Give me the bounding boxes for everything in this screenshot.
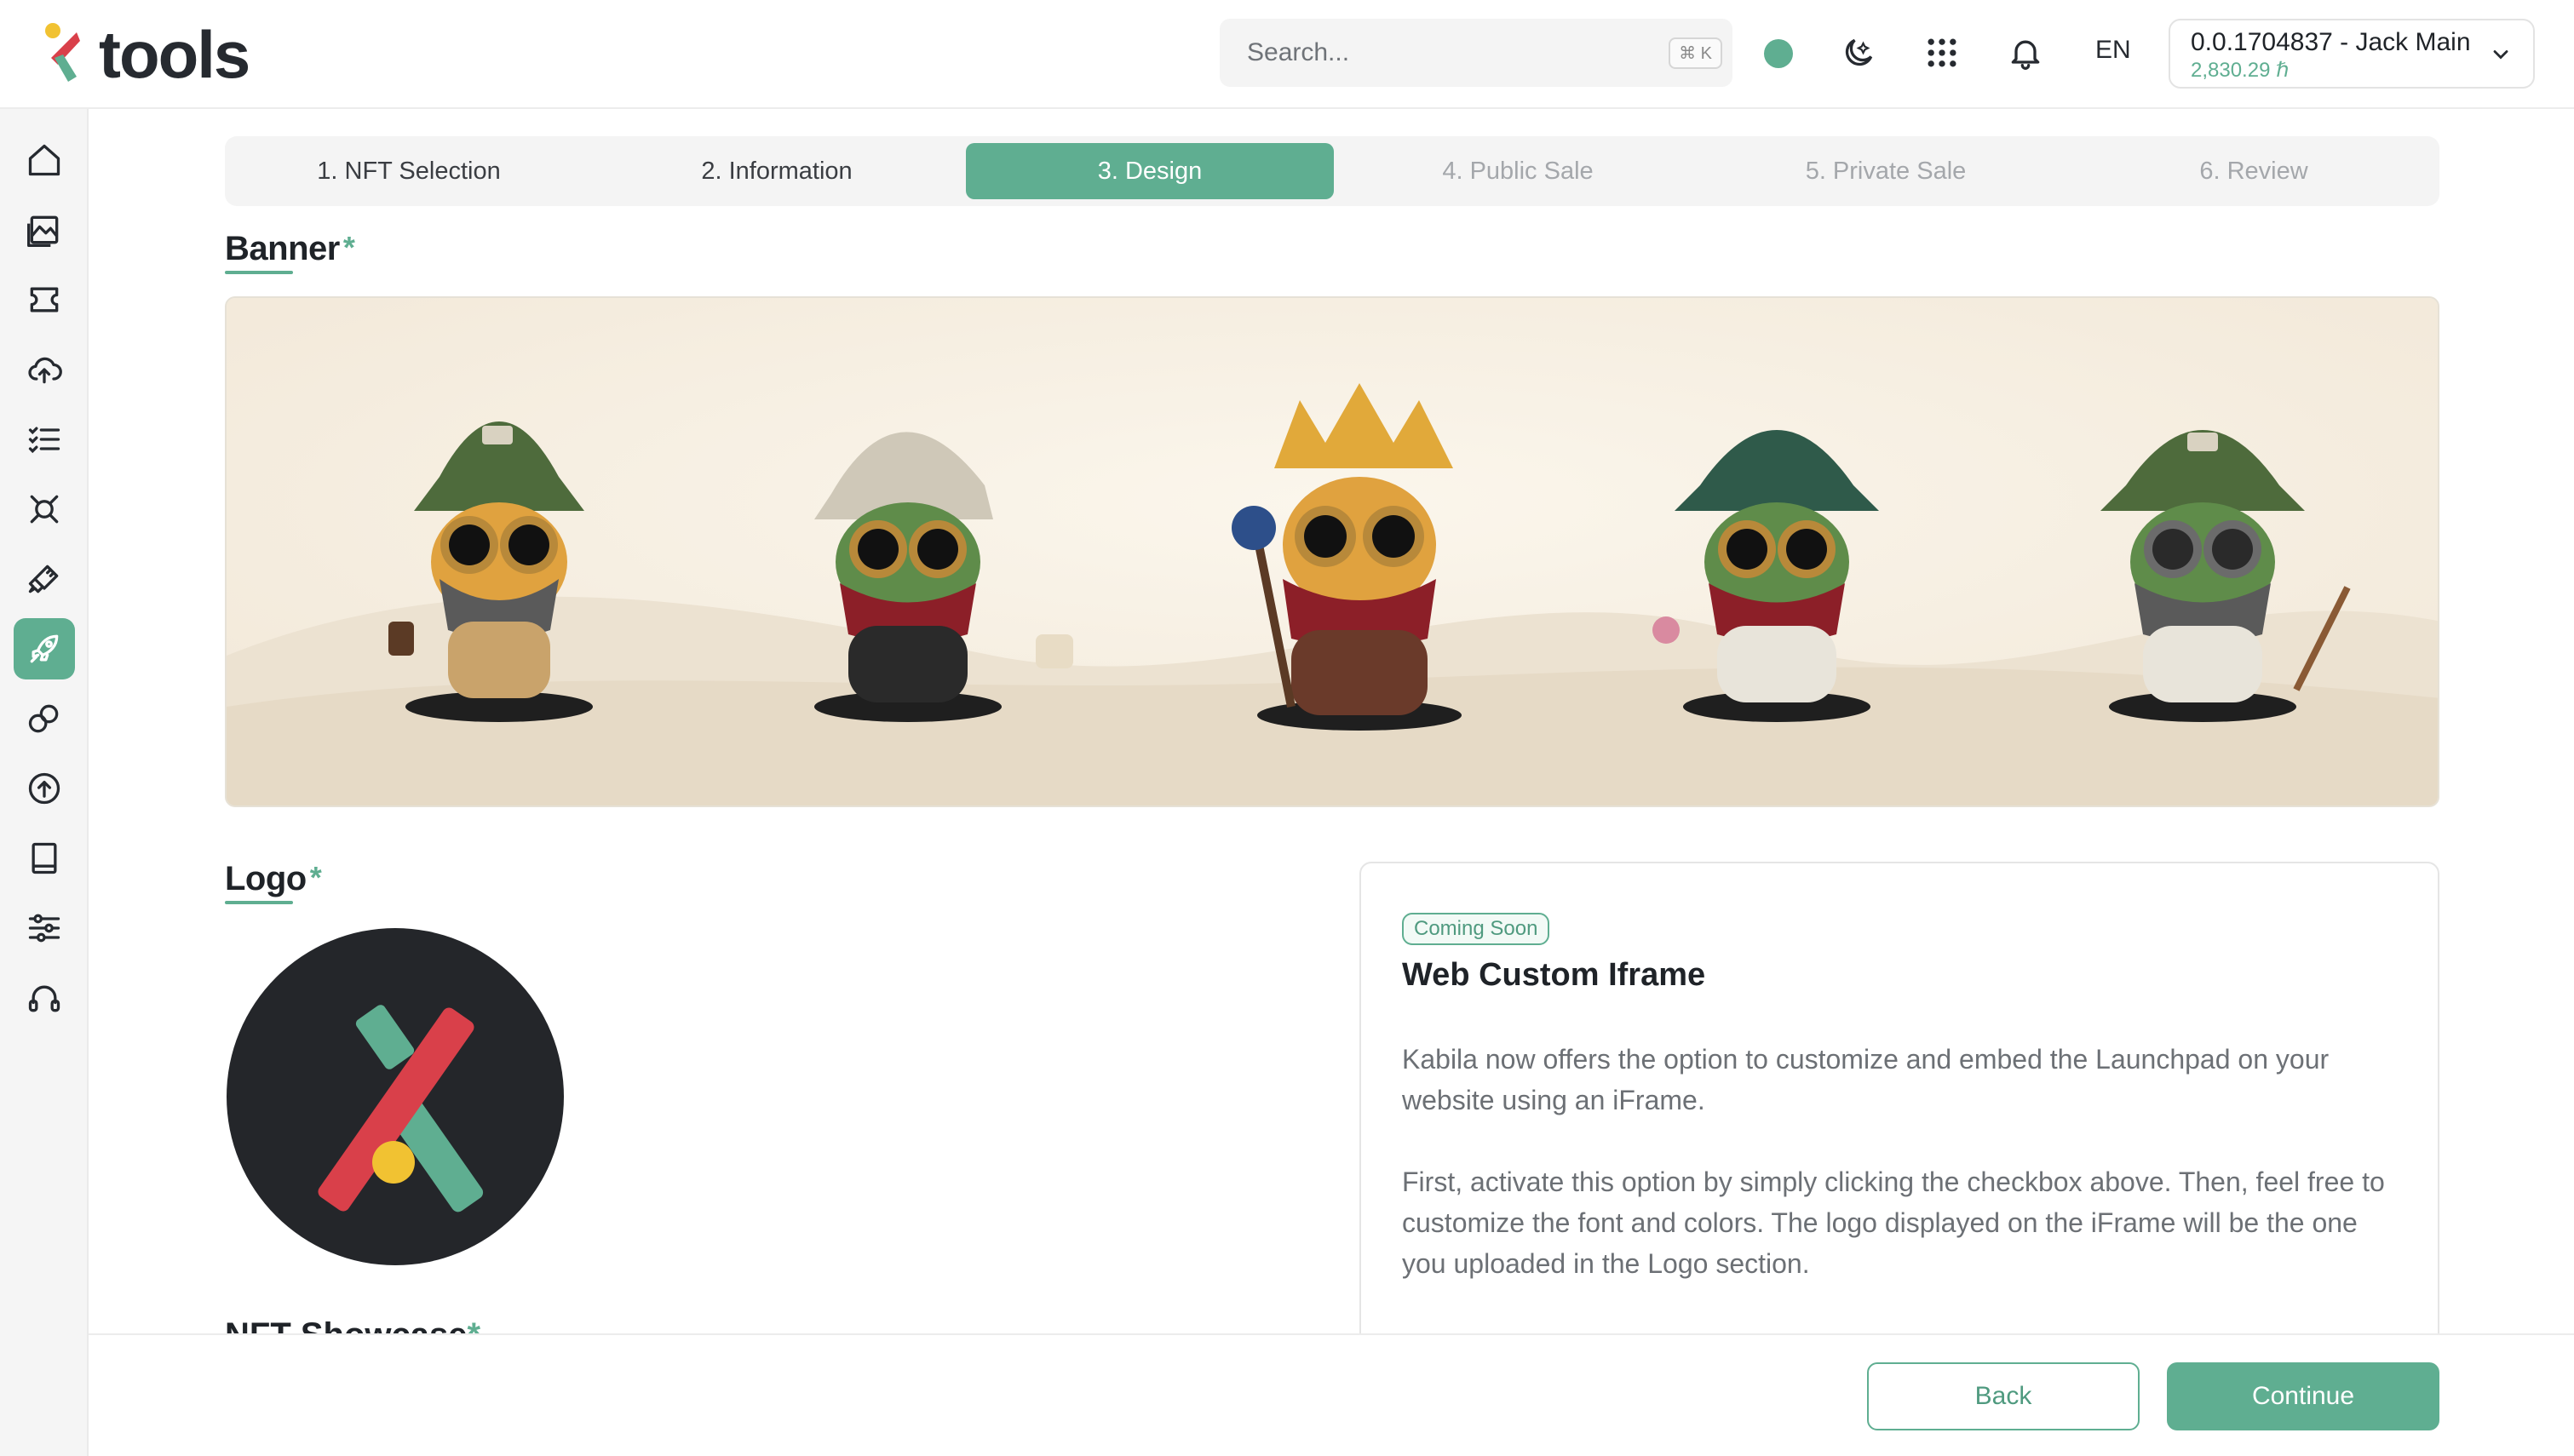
step-public-sale: 4. Public Sale xyxy=(1442,157,1594,185)
brush-icon xyxy=(28,565,59,593)
sidebar-item-docs[interactable] xyxy=(14,828,75,889)
account-selector[interactable]: 0.0.1704837 - Jack Main 2,830.29 ℏ xyxy=(2169,19,2535,89)
cloud-upload-icon xyxy=(28,357,62,384)
arrow-up-circle-icon xyxy=(28,772,60,805)
sidebar-item-swap[interactable] xyxy=(14,688,75,749)
account-balance: 2,830.29 ℏ xyxy=(2191,59,2290,82)
web-custom-iframe-card: Coming Soon Web Custom Iframe Kabila now… xyxy=(1359,862,2439,1373)
network-icon xyxy=(30,495,59,524)
banner-heading-underline xyxy=(225,271,293,274)
continue-button[interactable]: Continue xyxy=(2167,1362,2439,1430)
sidebar-item-gallery[interactable] xyxy=(14,199,75,261)
search-input[interactable] xyxy=(1247,38,1669,67)
kabila-x-logo xyxy=(227,928,564,1265)
step-review: 6. Review xyxy=(2199,157,2308,185)
bell-icon[interactable] xyxy=(2005,32,2046,73)
network-status-dot xyxy=(1764,39,1793,68)
gallery-icon xyxy=(27,215,59,247)
step-private-sale: 5. Private Sale xyxy=(1805,157,1967,185)
language-selector[interactable]: EN xyxy=(2095,36,2131,65)
back-button[interactable]: Back xyxy=(1867,1362,2140,1430)
sliders-icon xyxy=(28,914,60,943)
banner-image[interactable] xyxy=(225,296,2439,807)
sidebar-item-staking[interactable] xyxy=(14,758,75,819)
sidebar-item-network[interactable] xyxy=(14,479,75,540)
app-name: tools xyxy=(99,17,250,92)
headset-icon xyxy=(28,985,60,1012)
sidebar-item-tasks[interactable] xyxy=(14,409,75,470)
rocket-icon xyxy=(30,634,59,663)
app-logo[interactable]: tools xyxy=(37,17,250,92)
sidebar-item-upload[interactable] xyxy=(14,339,75,400)
home-icon xyxy=(28,144,60,176)
link-icon xyxy=(28,704,59,733)
banner-artwork xyxy=(227,298,2438,805)
sidebar-item-create[interactable] xyxy=(14,548,75,610)
kabila-logo-icon xyxy=(45,23,80,82)
top-header: tools ⌘ K EN 0.0.1704837 - Jack Main 2,8… xyxy=(0,0,2574,109)
step-nft-selection[interactable]: 1. NFT Selection xyxy=(225,143,593,199)
theme-toggle-icon[interactable] xyxy=(1838,32,1879,73)
ticket-icon xyxy=(30,287,59,312)
book-icon xyxy=(32,842,57,874)
wizard-stepper: 1. NFT Selection 2. Information 3. Desig… xyxy=(225,136,2439,206)
sidebar-item-home[interactable] xyxy=(14,129,75,191)
account-name: 0.0.1704837 - Jack Main xyxy=(2191,28,2471,56)
sidebar xyxy=(0,109,89,1456)
checklist-icon xyxy=(28,427,60,454)
step-information[interactable]: 2. Information xyxy=(593,143,961,199)
search-bar[interactable]: ⌘ K xyxy=(1220,19,1732,87)
sidebar-item-settings[interactable] xyxy=(14,897,75,959)
sidebar-item-launchpad[interactable] xyxy=(14,618,75,679)
wizard-footer: Back Continue xyxy=(89,1333,2574,1456)
coming-soon-badge: Coming Soon xyxy=(1402,913,1550,945)
iframe-card-paragraph-2: First, activate this option by simply cl… xyxy=(1402,1167,2385,1279)
sidebar-item-tickets[interactable] xyxy=(14,269,75,330)
collection-logo-image[interactable] xyxy=(225,926,566,1267)
sidebar-item-support[interactable] xyxy=(14,967,75,1029)
search-shortcut-hint: ⌘ K xyxy=(1669,37,1722,69)
banner-heading: Banner * xyxy=(225,230,355,267)
step-design[interactable]: 3. Design xyxy=(966,143,1334,199)
chevron-down-icon xyxy=(2493,50,2508,60)
iframe-card-title: Web Custom Iframe xyxy=(1402,957,1706,993)
iframe-card-paragraph-1: Kabila now offers the option to customiz… xyxy=(1402,1044,2330,1115)
apps-grid-icon[interactable] xyxy=(1922,32,1962,73)
logo-heading: Logo * xyxy=(225,860,322,897)
logo-heading-underline xyxy=(225,901,293,904)
